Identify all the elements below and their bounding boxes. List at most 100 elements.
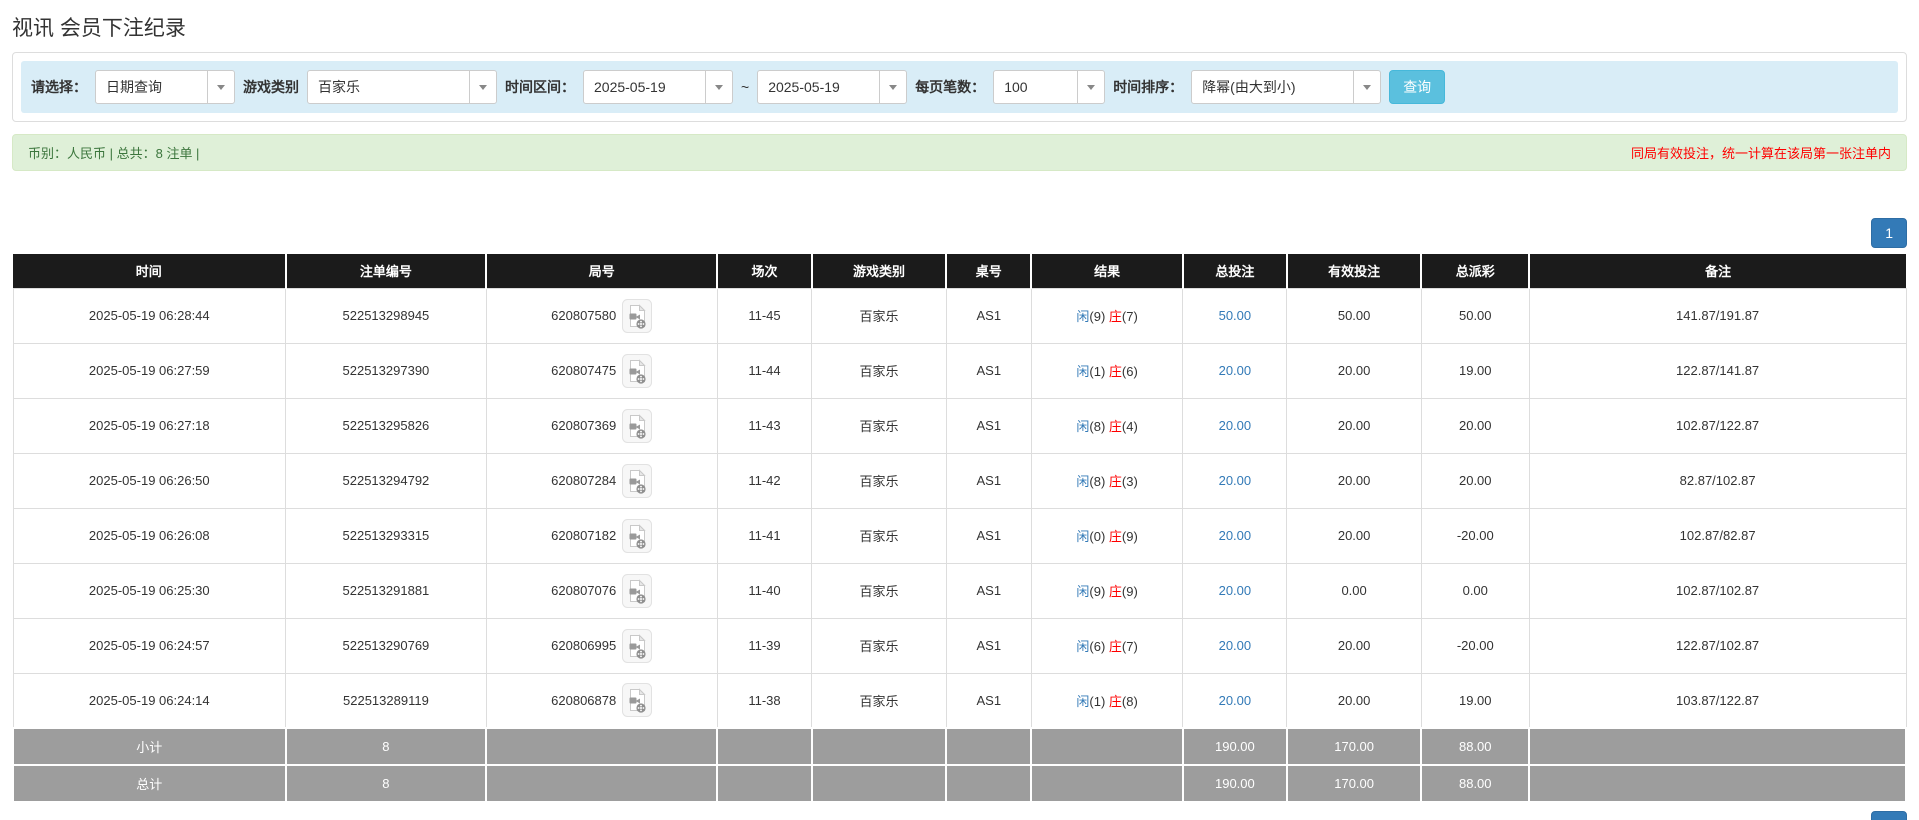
table-row: 2025-05-19 06:24:14 522513289119 620806878… bbox=[12, 672, 1907, 729]
page-1-button[interactable]: 1 bbox=[1871, 218, 1907, 248]
total-empty-cell bbox=[1030, 727, 1184, 766]
cell-payout: -20.00 bbox=[1420, 617, 1530, 674]
chevron-down-icon[interactable] bbox=[1353, 71, 1380, 103]
chevron-down-icon[interactable] bbox=[469, 71, 496, 103]
cell-table-no: AS1 bbox=[945, 507, 1032, 564]
time-sort-select[interactable]: 降幂(由大到小) bbox=[1191, 70, 1382, 104]
video-replay-button[interactable] bbox=[622, 298, 653, 333]
cell-valid-bet: 0.00 bbox=[1286, 562, 1422, 619]
cell-result: 闲(1) 庄(6) bbox=[1030, 342, 1184, 399]
page-size-label: 每页笔数： bbox=[915, 79, 986, 95]
date-to-value: 2025-05-19 bbox=[768, 79, 840, 95]
cell-game-type: 百家乐 bbox=[811, 617, 947, 674]
video-replay-button[interactable] bbox=[622, 628, 653, 663]
video-record-icon bbox=[622, 518, 653, 553]
chevron-down-icon[interactable] bbox=[1077, 71, 1104, 103]
page-size-select[interactable]: 100 bbox=[993, 70, 1106, 104]
time-sort-value: 降幂(由大到小) bbox=[1202, 79, 1296, 95]
total-count: 8 bbox=[284, 727, 488, 766]
cell-table-no: AS1 bbox=[945, 397, 1032, 454]
cell-payout: -20.00 bbox=[1420, 507, 1530, 564]
total-bet-link[interactable]: 20.00 bbox=[1219, 418, 1252, 433]
cell-game-type: 百家乐 bbox=[811, 287, 947, 344]
cell-valid-bet: 20.00 bbox=[1286, 672, 1422, 729]
page-1-button[interactable]: 1 bbox=[1871, 811, 1907, 820]
video-record-icon bbox=[622, 463, 653, 498]
video-replay-button[interactable] bbox=[622, 573, 653, 608]
cell-result: 闲(6) 庄(7) bbox=[1030, 617, 1184, 674]
total-bet-link[interactable]: 20.00 bbox=[1219, 528, 1252, 543]
total-empty-cell bbox=[1528, 764, 1907, 803]
video-replay-button[interactable] bbox=[622, 353, 653, 388]
total-bet-link[interactable]: 20.00 bbox=[1219, 363, 1252, 378]
cell-result: 闲(0) 庄(9) bbox=[1030, 507, 1184, 564]
cell-time: 2025-05-19 06:24:14 bbox=[12, 672, 287, 729]
cell-time: 2025-05-19 06:24:57 bbox=[12, 617, 287, 674]
game-type-select[interactable]: 百家乐 bbox=[307, 70, 497, 104]
cell-session: 11-43 bbox=[716, 397, 813, 454]
round-no-text: 620807284 bbox=[551, 473, 617, 488]
cell-table-no: AS1 bbox=[945, 287, 1032, 344]
date-from-select[interactable]: 2025-05-19 bbox=[583, 70, 733, 104]
date-range-separator: ~ bbox=[741, 79, 750, 95]
total-empty-cell bbox=[1528, 727, 1907, 766]
total-label: 小计 bbox=[12, 727, 287, 766]
total-bet-link[interactable]: 20.00 bbox=[1219, 473, 1252, 488]
video-record-icon bbox=[622, 408, 653, 443]
result-banker-score: (9) bbox=[1121, 584, 1138, 599]
pagination-top: 1 bbox=[12, 218, 1907, 248]
cell-bet-no: 522513290769 bbox=[285, 617, 487, 674]
cell-time: 2025-05-19 06:26:50 bbox=[12, 452, 287, 509]
grand-total-row: 总计 8 190.00 170.00 88.00 bbox=[12, 764, 1907, 803]
cell-session: 11-38 bbox=[716, 672, 813, 729]
cell-table-no: AS1 bbox=[945, 452, 1032, 509]
search-button[interactable]: 查询 bbox=[1389, 70, 1446, 104]
result-banker-label: 庄 bbox=[1108, 693, 1122, 709]
date-to-select[interactable]: 2025-05-19 bbox=[757, 70, 908, 104]
col-payout-header: 总派彩 bbox=[1420, 254, 1530, 288]
result-player-score: (0) bbox=[1089, 529, 1109, 544]
cell-session: 11-44 bbox=[716, 342, 813, 399]
video-replay-button[interactable] bbox=[622, 463, 653, 498]
round-no-text: 620806878 bbox=[551, 692, 617, 708]
cell-remark: 141.87/191.87 bbox=[1528, 287, 1907, 344]
cell-valid-bet: 20.00 bbox=[1286, 617, 1422, 674]
total-empty-cell bbox=[810, 764, 948, 803]
cell-time: 2025-05-19 06:27:59 bbox=[12, 342, 287, 399]
video-record-icon bbox=[622, 353, 653, 388]
chevron-down-icon[interactable] bbox=[705, 71, 732, 103]
cell-table-no: AS1 bbox=[945, 342, 1032, 399]
total-bet-link[interactable]: 20.00 bbox=[1219, 693, 1252, 708]
total-bet-link[interactable]: 20.00 bbox=[1219, 583, 1252, 598]
cell-bet-no: 522513295826 bbox=[285, 397, 487, 454]
cell-valid-bet: 20.00 bbox=[1286, 452, 1422, 509]
total-bet-link[interactable]: 50.00 bbox=[1219, 308, 1252, 323]
table-row: 2025-05-19 06:27:59 522513297390 620807475… bbox=[12, 342, 1907, 399]
query-type-select[interactable]: 日期查询 bbox=[95, 70, 235, 104]
cell-total-bet: 20.00 bbox=[1182, 672, 1288, 729]
filter-panel: 请选择： 日期查询 游戏类别 百家乐 时间区间： 2025-05-19 ~ 20… bbox=[12, 52, 1907, 122]
total-label: 总计 bbox=[12, 764, 287, 803]
cell-result: 闲(9) 庄(7) bbox=[1030, 287, 1184, 344]
pagination-bottom: 1 bbox=[12, 811, 1907, 820]
cell-remark: 102.87/122.87 bbox=[1528, 397, 1907, 454]
cell-time: 2025-05-19 06:26:08 bbox=[12, 507, 287, 564]
total-bet-link[interactable]: 20.00 bbox=[1219, 638, 1252, 653]
video-replay-button[interactable] bbox=[622, 683, 653, 718]
video-record-icon bbox=[622, 573, 653, 608]
video-replay-button[interactable] bbox=[622, 518, 653, 553]
cell-table-no: AS1 bbox=[945, 617, 1032, 674]
date-from-value: 2025-05-19 bbox=[594, 79, 666, 95]
chevron-down-icon[interactable] bbox=[207, 71, 234, 103]
cell-valid-bet: 20.00 bbox=[1286, 397, 1422, 454]
total-empty-cell bbox=[485, 764, 719, 803]
result-player-label: 闲 bbox=[1076, 419, 1090, 434]
cell-payout: 0.00 bbox=[1420, 562, 1530, 619]
video-replay-button[interactable] bbox=[622, 408, 653, 443]
cell-game-type: 百家乐 bbox=[811, 562, 947, 619]
total-empty-cell bbox=[716, 727, 813, 766]
result-banker-label: 庄 bbox=[1108, 364, 1122, 379]
page-container: 视讯 会员下注纪录 请选择： 日期查询 游戏类别 百家乐 时间区间： 2025-… bbox=[0, 0, 1919, 820]
round-no-text: 620806995 bbox=[551, 638, 617, 653]
chevron-down-icon[interactable] bbox=[879, 71, 906, 103]
